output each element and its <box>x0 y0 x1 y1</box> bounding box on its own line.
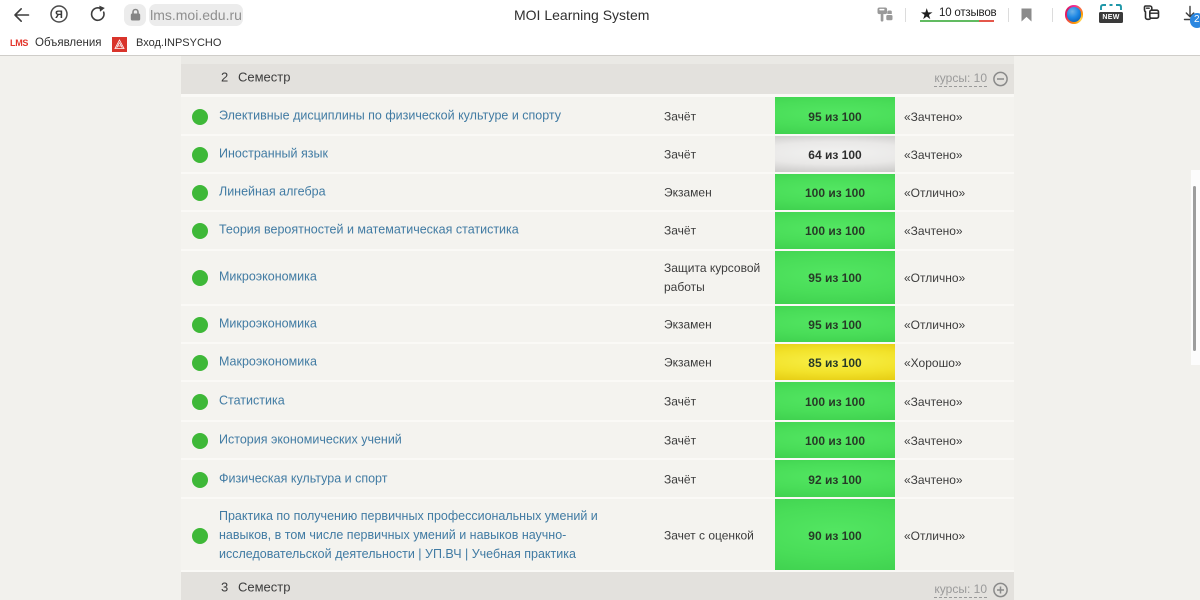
svg-text:Я: Я <box>55 9 63 21</box>
